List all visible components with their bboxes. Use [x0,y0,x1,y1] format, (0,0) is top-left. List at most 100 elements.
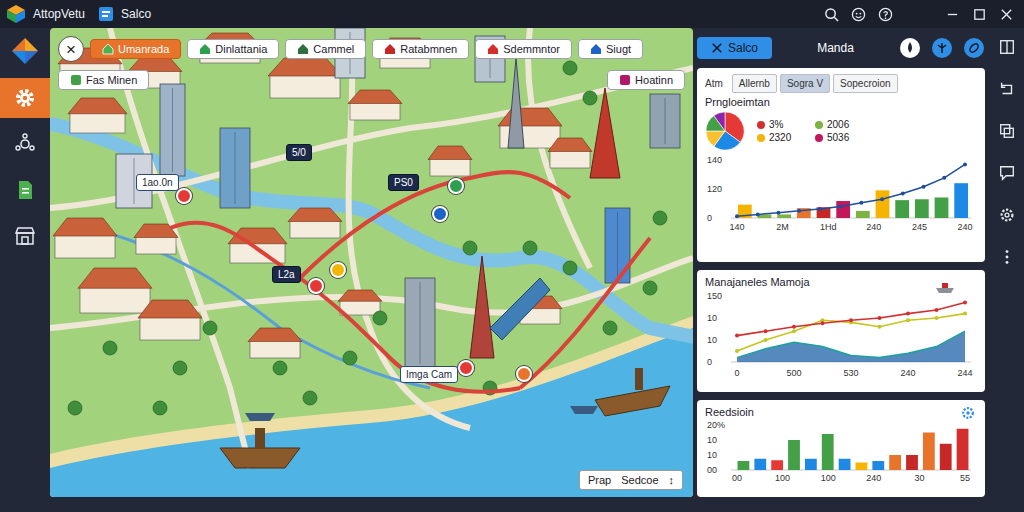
map-label[interactable]: L2a [272,266,301,283]
line-point[interactable] [935,308,939,312]
search-icon[interactable] [824,7,839,22]
line-series[interactable] [737,314,965,351]
line-point[interactable] [935,316,939,320]
line-point[interactable] [878,325,882,329]
bar[interactable] [836,201,850,218]
area-series[interactable] [737,331,965,362]
layer-dropdown[interactable]: Prap Sedcoe ↕ [579,470,683,490]
bar[interactable] [906,455,918,470]
line-point[interactable] [880,197,884,201]
antenna-icon[interactable] [931,37,953,59]
bar[interactable] [788,440,800,470]
link-icon[interactable] [963,37,985,59]
bar[interactable] [935,197,949,218]
map-pin[interactable] [448,178,464,194]
account-icon[interactable] [851,7,866,22]
document-tab[interactable]: Salco [121,7,151,21]
line-point[interactable] [839,204,843,208]
line-point[interactable] [963,301,967,305]
line-point[interactable] [792,329,796,333]
sidebar-item[interactable] [0,216,50,256]
bar[interactable] [954,183,968,218]
settings-icon[interactable] [961,406,975,420]
sidebar-item[interactable] [0,170,50,210]
bar[interactable] [915,199,929,218]
bar[interactable] [754,459,766,470]
sidebar-item[interactable] [0,78,50,118]
line-point[interactable] [878,316,882,320]
line-point[interactable] [821,321,825,325]
bar[interactable] [923,433,935,471]
line-point[interactable] [901,191,905,195]
bar[interactable] [822,434,834,470]
filter-chip[interactable]: Fas Minen [58,70,149,90]
line-point[interactable] [942,176,946,180]
map-label[interactable]: 5/0 [286,144,312,161]
map-pin[interactable] [458,360,474,376]
line-point[interactable] [756,212,760,216]
line-point[interactable] [818,207,822,211]
line-point[interactable] [735,214,739,218]
help-icon[interactable] [878,7,893,22]
minimize-icon[interactable] [945,7,960,22]
comment-icon[interactable] [998,164,1016,182]
bar[interactable] [738,461,750,470]
map-label[interactable]: 1ao.0n [136,174,179,191]
line-point[interactable] [797,209,801,213]
filter-chip[interactable]: Cammel [285,39,366,59]
line-series[interactable] [737,303,965,336]
filter-chip[interactable]: Dinlattania [187,39,279,59]
filter-chip[interactable]: Umanrada [90,39,181,59]
copy-icon[interactable] [998,122,1016,140]
sidebar-item[interactable] [0,124,50,164]
line-point[interactable] [764,329,768,333]
map-view[interactable]: × Umanrada Dinlattania Cammel Ratabmnen … [50,28,693,497]
line-point[interactable] [776,211,780,215]
bar[interactable] [876,190,890,218]
line-point[interactable] [735,334,739,338]
layers-icon[interactable] [998,38,1016,56]
bar[interactable] [856,463,868,471]
line-point[interactable] [859,201,863,205]
bar[interactable] [777,214,791,218]
map-label[interactable]: Imga Cam [400,366,458,383]
map-canvas[interactable] [50,28,693,497]
tab[interactable]: Sopecroion [833,74,898,93]
bar[interactable] [940,444,952,470]
line-point[interactable] [906,318,910,322]
bar[interactable] [856,211,870,218]
bar[interactable] [771,460,783,470]
pie-slice[interactable] [706,131,725,146]
bar[interactable] [957,429,969,470]
map-pin[interactable] [516,366,532,382]
line-point[interactable] [922,185,926,189]
map-label[interactable]: PS0 [388,174,419,191]
line-point[interactable] [849,318,853,322]
primary-button[interactable]: Salco [697,37,772,59]
settings-icon[interactable] [998,206,1016,224]
filter-chip[interactable]: Ratabmnen [372,39,469,59]
close-filters-button[interactable]: × [58,36,84,62]
close-window-icon[interactable] [999,7,1014,22]
filter-chip[interactable]: Siugt [578,39,643,59]
bar[interactable] [839,459,851,470]
line-point[interactable] [735,349,739,353]
line-point[interactable] [792,325,796,329]
map-pin[interactable] [330,262,346,278]
map-pin[interactable] [432,206,448,222]
pie-slice[interactable] [714,112,725,131]
line-point[interactable] [906,312,910,316]
bar[interactable] [872,461,884,470]
line-point[interactable] [764,338,768,342]
bar[interactable] [889,455,901,470]
map-pin[interactable] [308,278,324,294]
drop-icon[interactable] [899,37,921,59]
bar[interactable] [895,200,909,218]
filter-chip[interactable]: Sdemmntor [475,39,572,59]
tab[interactable]: Allernb [732,74,777,93]
more-icon[interactable] [998,248,1016,266]
map-pin[interactable] [176,188,192,204]
maximize-icon[interactable] [972,7,987,22]
tab[interactable]: Sogra V [780,74,830,93]
line-point[interactable] [963,162,967,166]
